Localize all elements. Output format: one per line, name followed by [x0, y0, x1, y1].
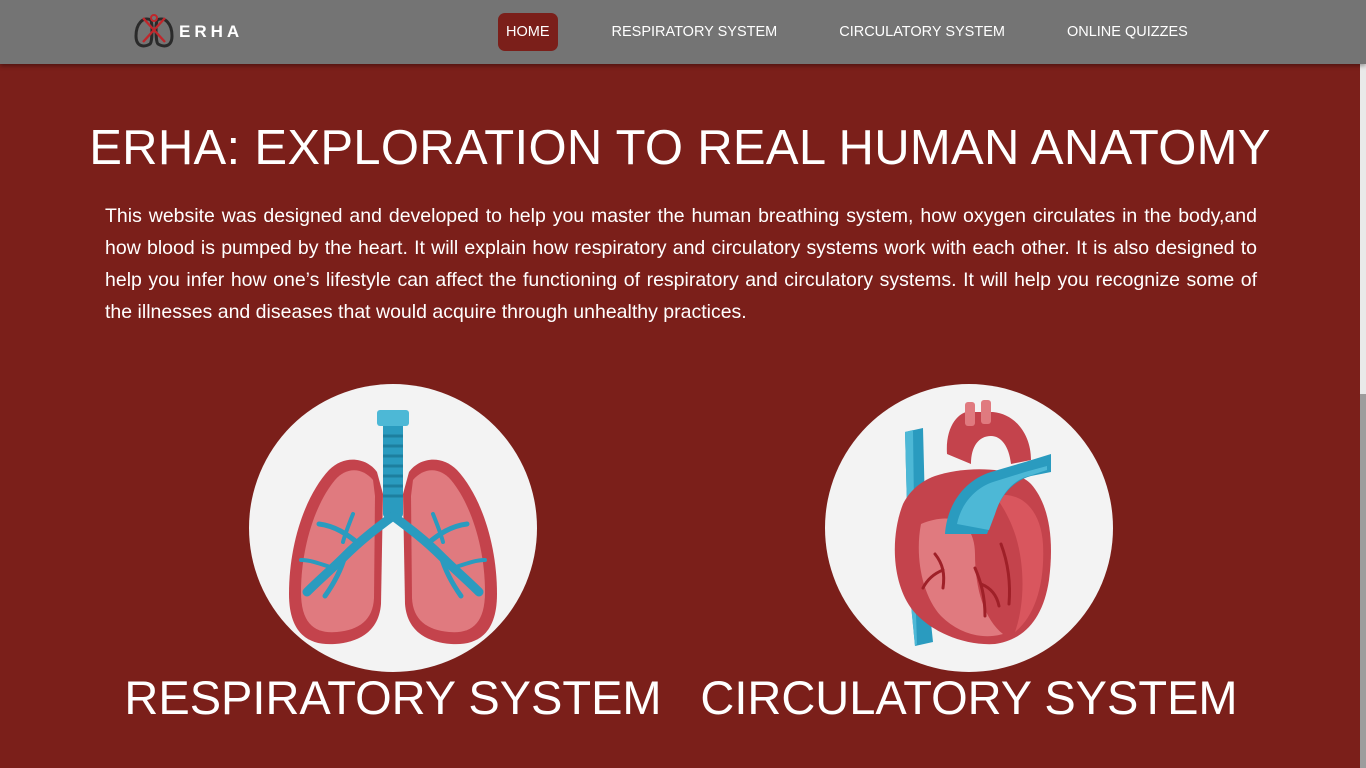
lungs-icon: [289, 410, 497, 645]
page-title: ERHA: EXPLORATION TO REAL HUMAN ANATOMY: [89, 121, 1271, 175]
scrollbar-thumb[interactable]: [1360, 64, 1366, 394]
circulatory-system-card[interactable]: CIRCULATORY SYSTEM: [689, 384, 1249, 729]
brand-logo[interactable]: ERHA: [133, 14, 243, 50]
lungs-logo-icon: [134, 14, 174, 48]
respiratory-image-circle[interactable]: [249, 384, 537, 672]
heart-icon: [894, 400, 1051, 646]
respiratory-system-card[interactable]: RESPIRATORY SYSTEM: [113, 384, 673, 729]
nav-respiratory-system[interactable]: RESPIRATORY SYSTEM: [604, 13, 786, 51]
main-nav: HOME RESPIRATORY SYSTEM CIRCULATORY SYST…: [498, 13, 1196, 51]
brand-name: ERHA: [179, 22, 244, 41]
respiratory-system-label[interactable]: RESPIRATORY SYSTEM: [113, 670, 673, 725]
nav-circulatory-system[interactable]: CIRCULATORY SYSTEM: [831, 13, 1013, 51]
nav-home[interactable]: HOME: [498, 13, 558, 51]
top-navbar: ERHA HOME RESPIRATORY SYSTEM CIRCULATORY…: [0, 0, 1366, 64]
nav-online-quizzes[interactable]: ONLINE QUIZZES: [1059, 13, 1196, 51]
circulatory-system-label[interactable]: CIRCULATORY SYSTEM: [689, 670, 1249, 725]
circulatory-image-circle[interactable]: [825, 384, 1113, 672]
intro-paragraph: This website was designed and developed …: [105, 205, 1257, 323]
